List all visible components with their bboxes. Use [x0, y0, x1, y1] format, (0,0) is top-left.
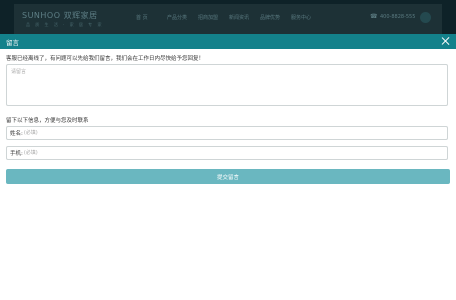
- phone-label: 手机:: [10, 151, 23, 157]
- nav-item-advantages[interactable]: 品牌优势: [260, 14, 291, 21]
- site-logo-tagline: 品 质 生 活 · 家 居 专 家: [26, 22, 104, 27]
- dialog-title: 留言: [6, 38, 19, 47]
- phone-input[interactable]: [22, 148, 444, 158]
- phone-field[interactable]: 手机:: [6, 146, 448, 160]
- site-header: SUNHOO 双辉家居 品 质 生 活 · 家 居 专 家 首 页 产品分类 招…: [0, 0, 456, 34]
- name-label: 姓名:: [10, 131, 23, 137]
- dialog-header: 留言: [0, 34, 456, 49]
- phone-icon: ☎: [370, 13, 378, 20]
- nav-item-news[interactable]: 新闻资讯: [229, 14, 260, 21]
- contact-hint: 留下以下信息，方便与您及时联系: [6, 118, 89, 124]
- nav-item-products[interactable]: 产品分类: [167, 14, 198, 21]
- message-textarea[interactable]: [6, 64, 448, 106]
- message-dialog: 留言 客服已经离线了，有问题可以先给我们留言，我们会在工作日内尽快给予您回复！ …: [0, 34, 456, 300]
- offline-notice: 客服已经离线了，有问题可以先给我们留言，我们会在工作日内尽快给予您回复！: [6, 56, 205, 62]
- nav-item-franchise[interactable]: 招商加盟: [198, 14, 229, 21]
- site-phone-number: 400-8828-555: [380, 14, 416, 20]
- search-icon[interactable]: [420, 12, 431, 23]
- site-nav: 首 页 产品分类 招商加盟 新闻资讯 品牌优势 服务中心: [136, 14, 322, 21]
- name-input[interactable]: [22, 128, 444, 138]
- nav-item-home[interactable]: 首 页: [136, 14, 167, 21]
- nav-item-service[interactable]: 服务中心: [291, 14, 322, 21]
- submit-message-button[interactable]: 提交留言: [6, 169, 450, 184]
- close-icon[interactable]: [441, 36, 451, 46]
- site-header-inner: SUNHOO 双辉家居 品 质 生 活 · 家 居 专 家 首 页 产品分类 招…: [14, 4, 442, 34]
- site-logo[interactable]: SUNHOO 双辉家居: [22, 10, 98, 21]
- name-field[interactable]: 姓名:: [6, 126, 448, 140]
